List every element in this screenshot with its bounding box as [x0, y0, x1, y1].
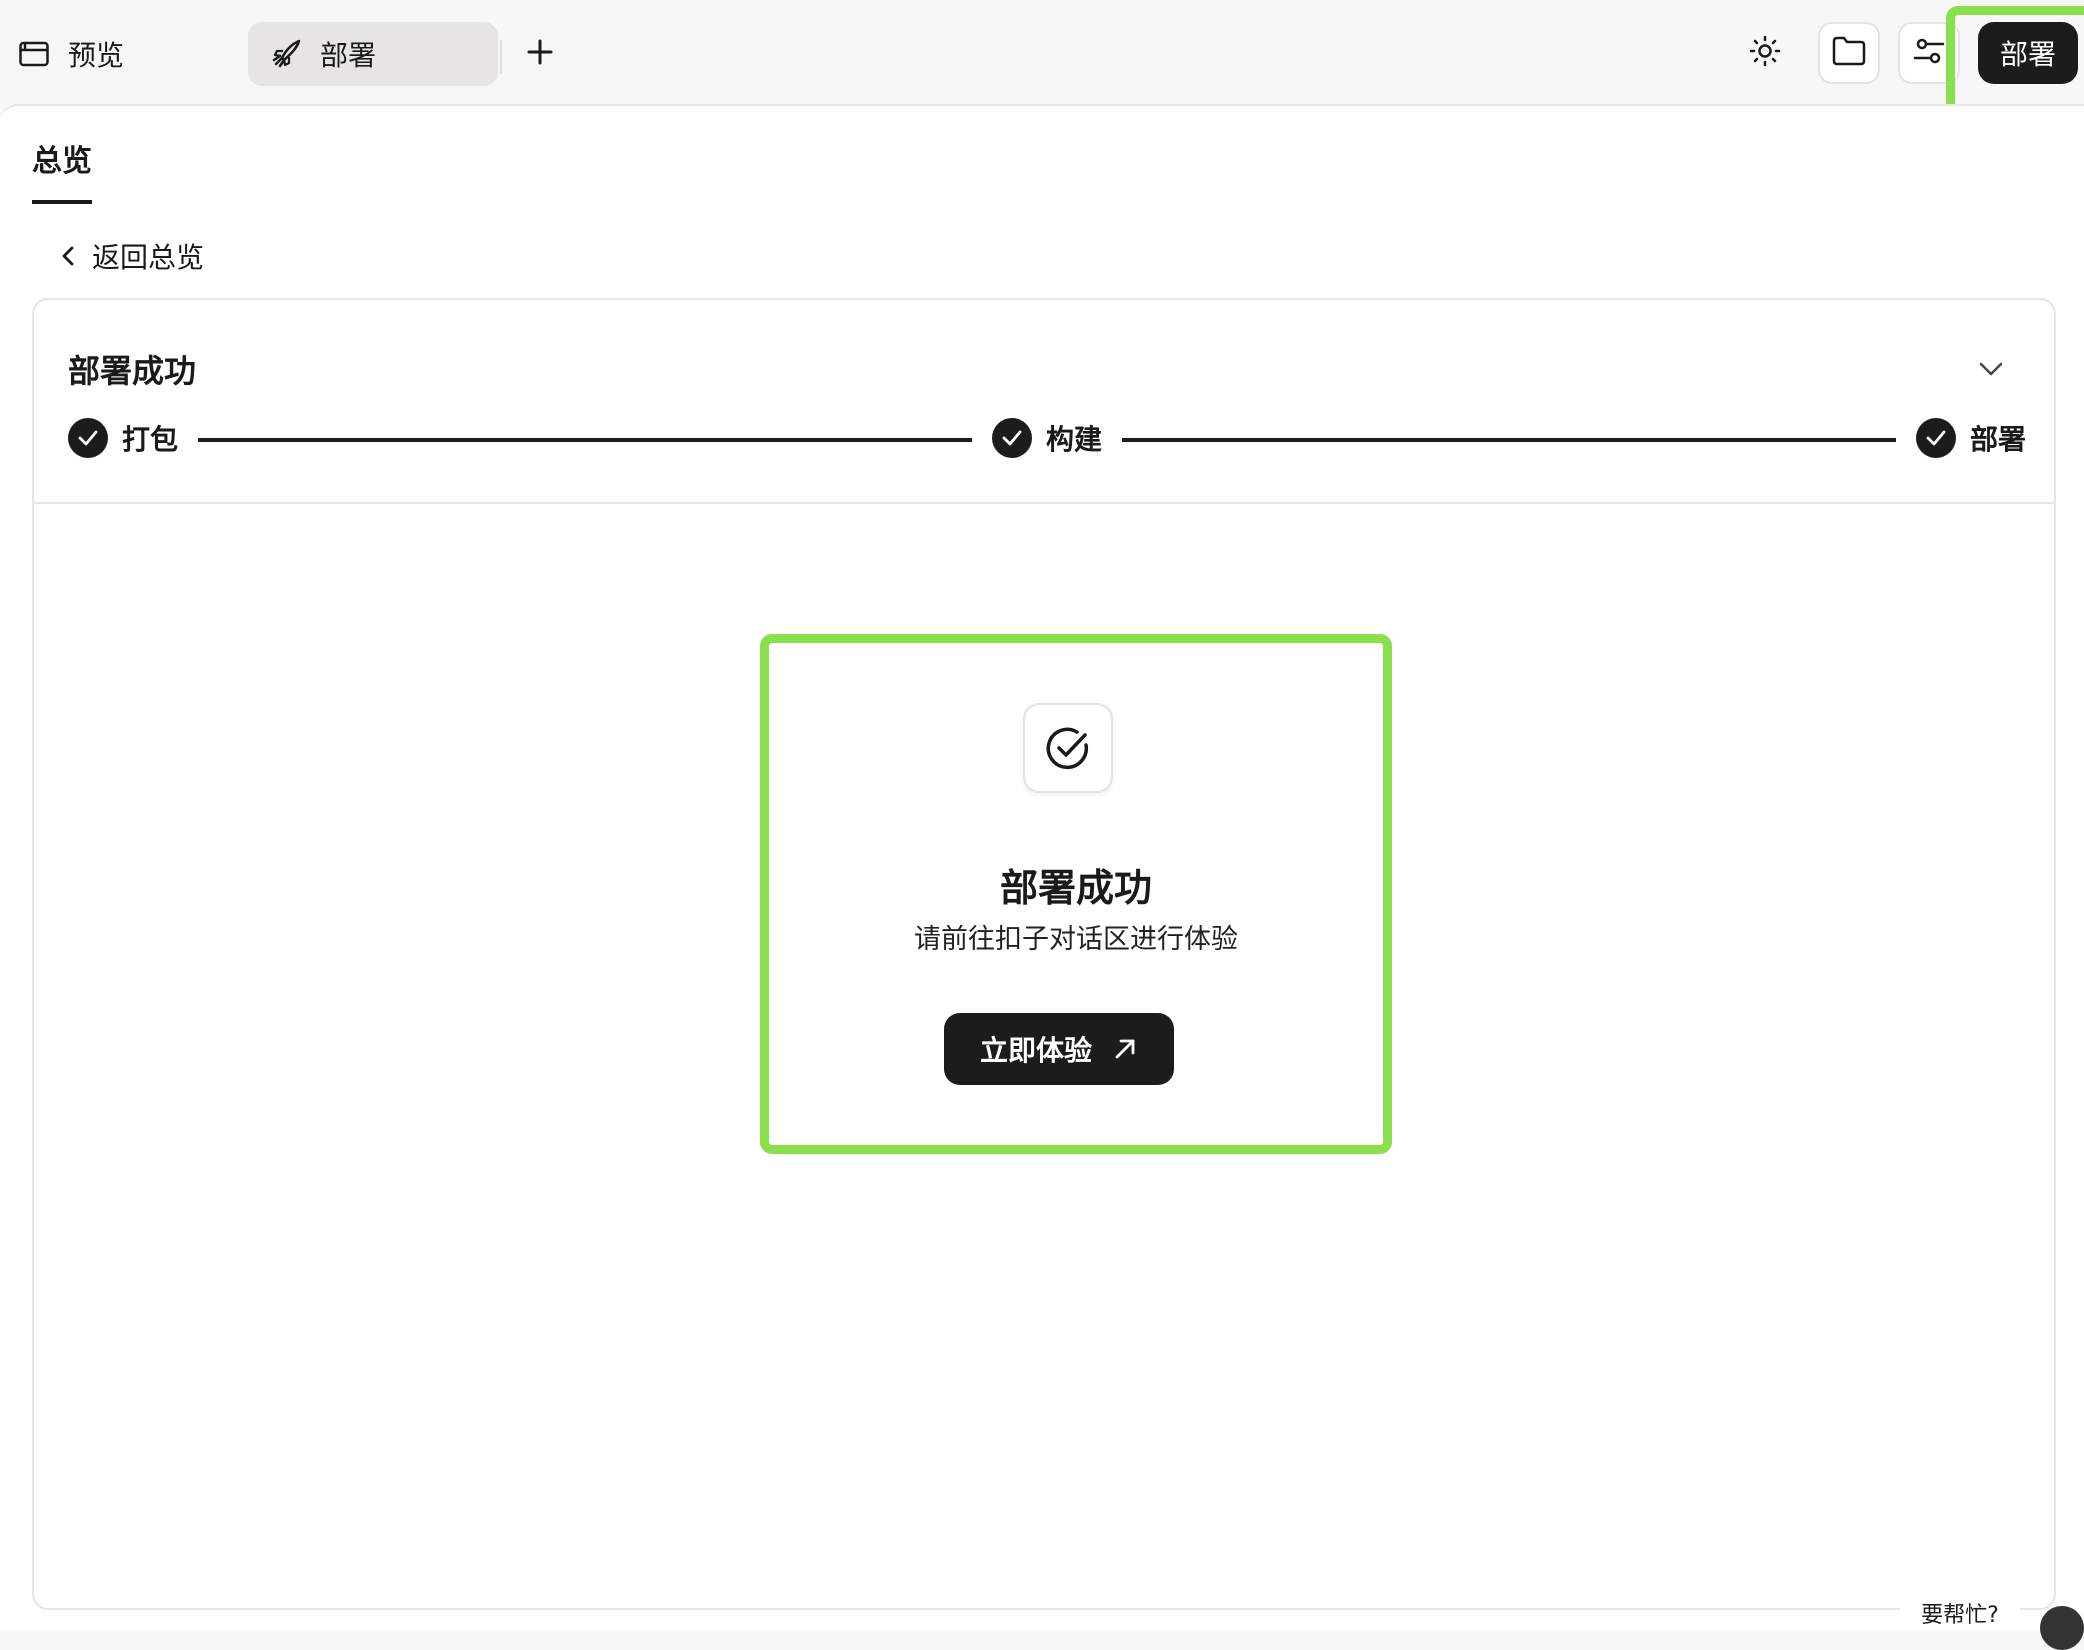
theme-toggle-button[interactable]	[1734, 22, 1796, 84]
step-connector	[1122, 438, 1896, 442]
rocket-icon	[266, 34, 306, 74]
step-label: 部署	[1970, 423, 2027, 456]
step-label: 构建	[1046, 423, 1103, 456]
deploy-status-header: 部署成功 打包 构建 部署	[34, 300, 2054, 504]
check-circle-icon	[992, 418, 1032, 458]
help-avatar[interactable]	[2040, 1606, 2084, 1650]
success-subtitle: 请前往扣子对话区进行体验	[914, 924, 1238, 955]
step-label: 打包	[122, 423, 179, 456]
check-circle-outline-icon	[1023, 703, 1113, 793]
deploy-button[interactable]: 部署	[1978, 22, 2078, 84]
check-circle-icon	[1916, 418, 1956, 458]
main-panel: 总览 返回总览 部署成功 打包 构建 部署 部署成功 请前往扣子对话区进行体验 …	[0, 104, 2084, 1630]
folder-button[interactable]	[1818, 22, 1880, 84]
help-button[interactable]: 要帮忙?	[1900, 1596, 2020, 1630]
tab-divider	[500, 40, 502, 74]
step-connector	[198, 438, 972, 442]
folder-icon	[1832, 36, 1866, 70]
deploy-success-panel: 部署成功 请前往扣子对话区进行体验 立即体验	[760, 634, 1392, 1154]
success-title: 部署成功	[999, 866, 1152, 910]
back-link-label: 返回总览	[92, 241, 205, 274]
tab-preview-label: 预览	[68, 39, 125, 72]
top-bar: 预览 部署 部署	[0, 0, 2084, 124]
check-circle-icon	[68, 418, 108, 458]
deploy-status-card: 部署成功 打包 构建 部署 部署成功 请前往扣子对话区进行体验 立即体验	[32, 298, 2056, 1610]
step-deploy: 部署	[1916, 418, 2026, 458]
deploy-steps: 打包 构建 部署	[68, 418, 2026, 460]
deploy-status-title: 部署成功	[68, 352, 197, 390]
try-now-label: 立即体验	[979, 1034, 1092, 1067]
plus-icon	[526, 38, 554, 70]
tab-preview[interactable]: 预览	[8, 22, 228, 86]
step-package: 打包	[68, 418, 178, 458]
add-tab-button[interactable]	[516, 32, 564, 76]
back-to-overview-link[interactable]: 返回总览	[56, 236, 204, 276]
sliders-icon	[1913, 36, 1945, 70]
sun-icon	[1749, 35, 1781, 71]
chevron-down-icon	[1978, 361, 2004, 381]
chevron-left-icon	[56, 241, 80, 271]
arrow-up-right-icon	[1112, 1036, 1138, 1062]
tab-deploy-label: 部署	[320, 39, 377, 72]
tab-deploy[interactable]: 部署	[248, 22, 498, 86]
collapse-button[interactable]	[1970, 350, 2012, 392]
step-build: 构建	[992, 418, 1102, 458]
settings-button[interactable]	[1898, 22, 1960, 84]
tab-overview[interactable]: 总览	[32, 136, 92, 204]
try-now-button[interactable]: 立即体验	[944, 1013, 1174, 1085]
browser-window-icon	[14, 34, 54, 74]
